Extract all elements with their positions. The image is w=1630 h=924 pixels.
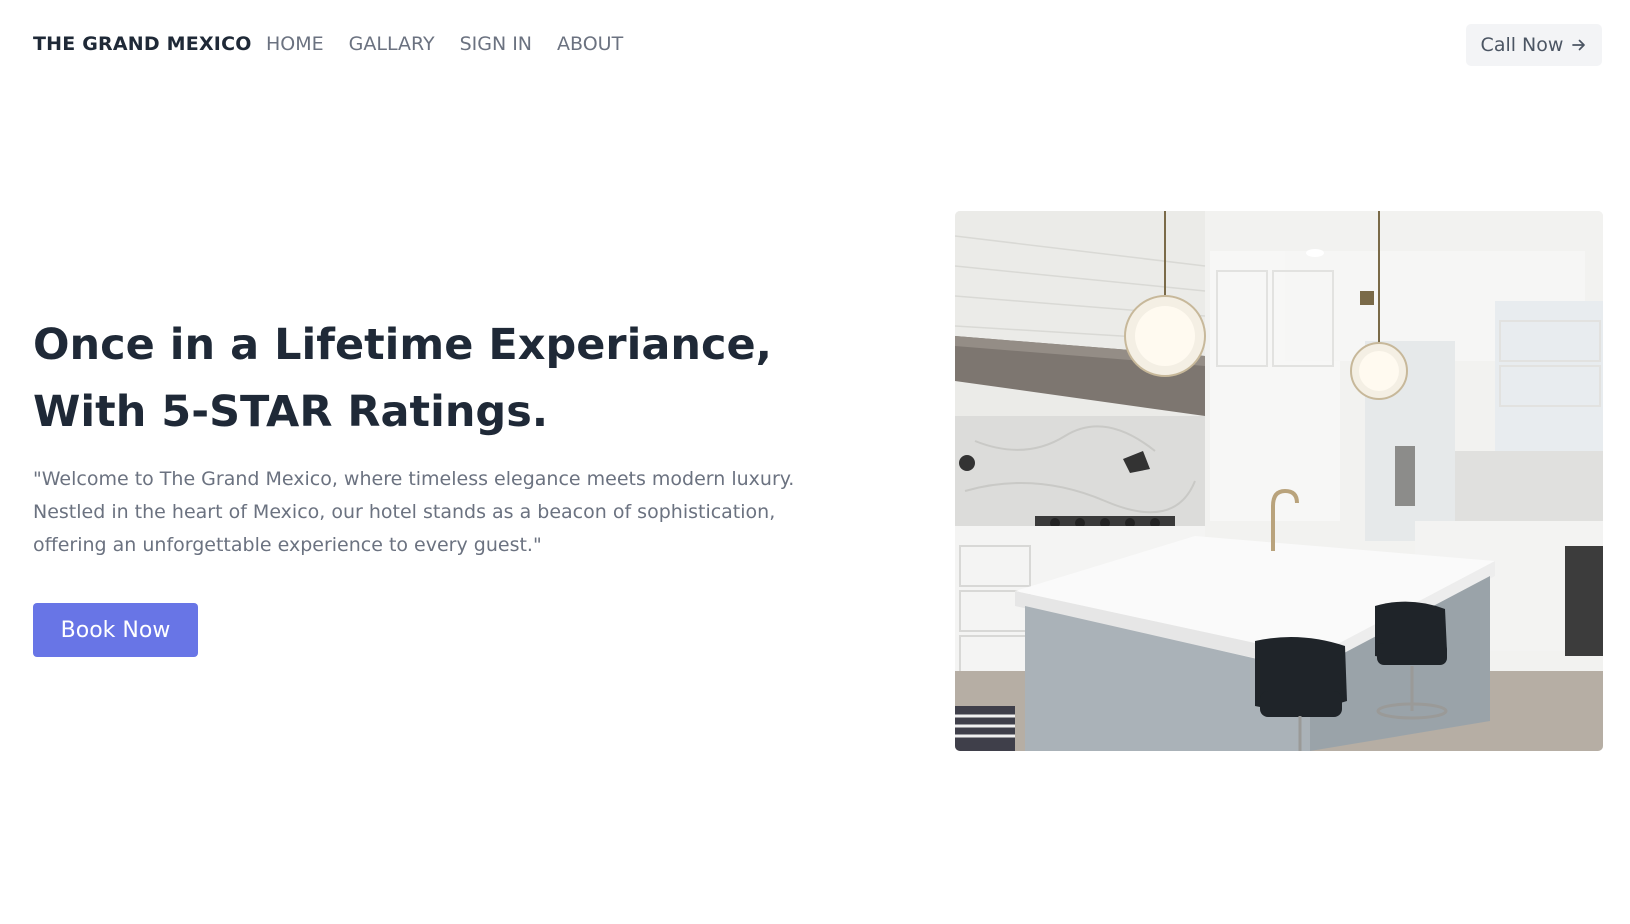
arrow-right-icon <box>1572 39 1586 51</box>
hero-title-line-1: Once in a Lifetime Experiance, <box>33 320 772 370</box>
nav-home[interactable]: HOME <box>266 33 324 55</box>
nav-about[interactable]: ABOUT <box>557 33 623 55</box>
call-now-label: Call Now <box>1480 34 1564 56</box>
brand-logo[interactable]: THE GRAND MEXICO <box>33 33 252 55</box>
main-nav: HOME GALLARY SIGN IN ABOUT <box>266 33 648 55</box>
kitchen-illustration <box>955 211 1603 751</box>
hero-title-line-2: With 5-STAR Ratings. <box>33 387 549 437</box>
hero-title: Once in a Lifetime Experiance, With 5-ST… <box>33 312 833 446</box>
nav-gallery[interactable]: GALLARY <box>349 33 435 55</box>
call-now-button[interactable]: Call Now <box>1466 24 1602 66</box>
site-header: THE GRAND MEXICO HOME GALLARY SIGN IN AB… <box>0 0 1630 92</box>
nav-sign-in[interactable]: SIGN IN <box>460 33 532 55</box>
hero-image <box>955 211 1603 751</box>
hero-description: "Welcome to The Grand Mexico, where time… <box>33 468 795 556</box>
book-now-button[interactable]: Book Now <box>33 603 198 657</box>
